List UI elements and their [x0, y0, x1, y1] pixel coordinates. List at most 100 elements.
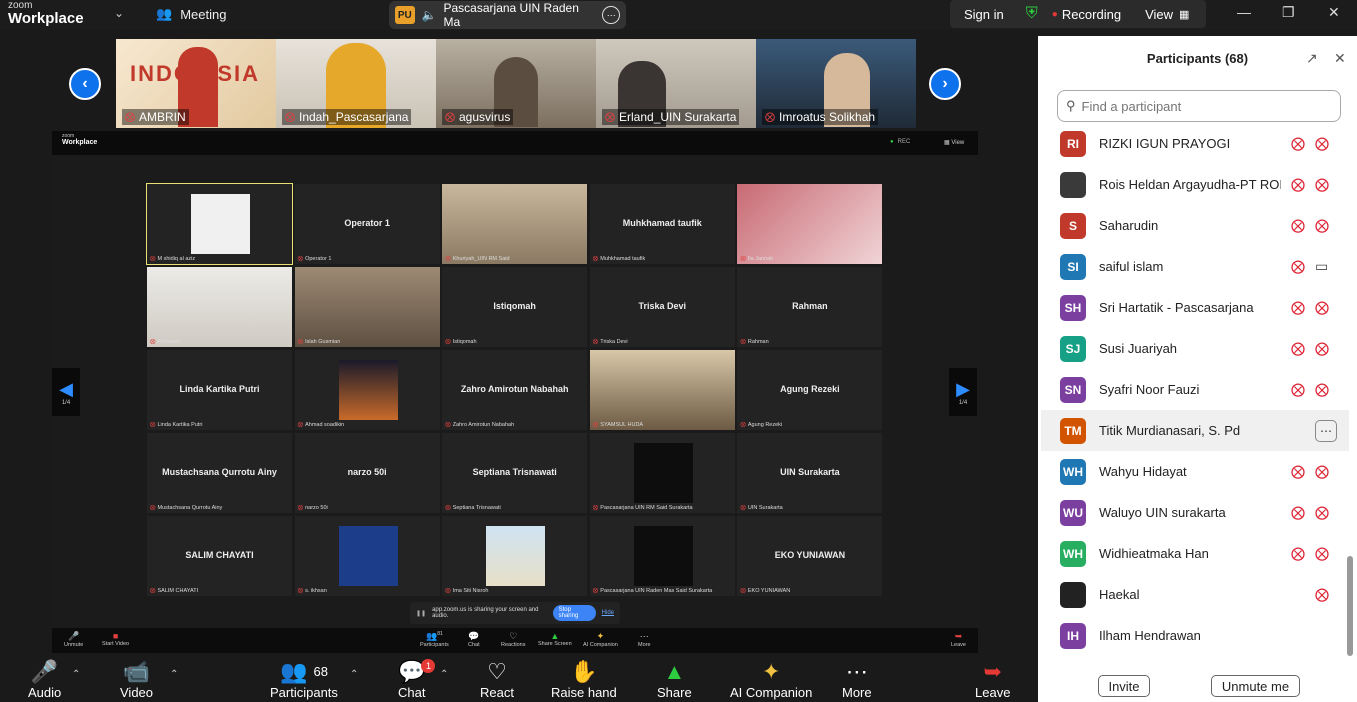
more-button[interactable]: ⋯ More	[842, 659, 872, 700]
shield-check-icon[interactable]: ⛨	[1026, 5, 1038, 23]
invite-button[interactable]: Invite	[1098, 675, 1150, 697]
mic-off-icon: ⨂	[592, 339, 599, 345]
participant-row[interactable]: SH Sri Hartatik - Pascasarjana ⨂ ⨂	[1041, 287, 1349, 328]
gallery-tile: Linda Kartika Putri ⨂ Linda Kartika Putri	[146, 349, 293, 431]
participant-name: Rois Heldan Argayudha-PT ROI...	[1099, 177, 1281, 192]
mic-off-icon: ⨂	[740, 588, 746, 594]
participant-row[interactable]: TM Titik Murdianasari, S. Pd ⋯	[1041, 410, 1349, 451]
stop-sharing-button[interactable]: Stop sharing	[552, 605, 596, 621]
video-thumbnail[interactable]: ⨂ agusvirus	[436, 39, 596, 128]
participant-row[interactable]: Haekal ⨂	[1041, 574, 1349, 615]
participant-row[interactable]: RI RIZKI IGUN PRAYOGI ⨂ ⨂	[1041, 123, 1349, 164]
mic-off-icon: ⨂	[592, 422, 599, 428]
participant-row[interactable]: SI saiful islam ⨂ ▭	[1041, 246, 1349, 287]
video-thumbnail[interactable]: ⨂ Erland_UIN Surakarta	[596, 39, 756, 128]
participant-search[interactable]: ⚲	[1057, 90, 1341, 122]
share-button[interactable]: ▲ Share	[657, 659, 692, 700]
video-thumbnail[interactable]: ⨂ Imroatus Solikhah	[756, 39, 916, 128]
participant-row[interactable]: IH Ilham Hendrawan	[1041, 615, 1349, 656]
minimize-icon[interactable]: —	[1237, 4, 1251, 20]
scrollbar-thumb[interactable]	[1347, 556, 1353, 656]
participant-row[interactable]: WH Wahyu Hidayat ⨂ ⨂	[1041, 451, 1349, 492]
participant-row[interactable]: S Saharudin ⨂ ⨂	[1041, 205, 1349, 246]
raise-hand-label: Raise hand	[551, 685, 617, 700]
prev-page-button[interactable]: ◀ 1/4	[52, 368, 80, 416]
tile-name-tag: ⨂ Linda Kartika Putri	[150, 422, 202, 428]
tile-video	[589, 350, 735, 430]
avatar: IH	[1060, 622, 1086, 649]
tile-display-name: EKO YUNIAWAN	[774, 550, 846, 560]
chevron-down-icon[interactable]: ⌄	[114, 6, 124, 20]
leave-icon: ➥	[983, 659, 1002, 684]
chevron-up-icon[interactable]: ⌃	[350, 669, 358, 680]
tile-display-name: Zahro Amirotun Nabahah	[460, 384, 569, 394]
ai-companion-button[interactable]: ✦ AI Companion	[730, 659, 812, 700]
participant-name-tag: ⨂ Erland_UIN Surakarta	[602, 109, 740, 125]
raise-hand-button[interactable]: ✋ Raise hand	[551, 659, 617, 700]
sign-in-button[interactable]: Sign in	[964, 7, 1004, 22]
mini-label: Participants	[420, 642, 449, 648]
mic-off-icon: ⨂	[150, 505, 156, 511]
pop-out-icon[interactable]: ↗	[1306, 50, 1318, 67]
video-label: Video	[120, 685, 154, 700]
chevron-up-icon[interactable]: ⌃	[170, 669, 178, 680]
chevron-up-icon[interactable]: ⌃	[440, 669, 448, 680]
chevron-right-icon[interactable]: ›	[929, 68, 961, 100]
avatar: RI	[1060, 130, 1086, 157]
more-icon[interactable]: ⋯	[602, 6, 621, 24]
close-icon[interactable]: ✕	[1334, 50, 1346, 67]
avatar: SJ	[1060, 335, 1086, 362]
participant-row[interactable]: WU Waluyo UIN surakarta ⨂ ⨂	[1041, 492, 1349, 533]
tile-display-name: narzo 50i	[347, 467, 387, 477]
gallery-tile: Mustachsana Qurrotu Ainy ⨂ Mustachsana Qur…	[146, 432, 293, 514]
tile-name-tag: ⨂ Ila Jannah	[740, 256, 773, 262]
gallery-tile: ⨂ SYAMSUL HUDA	[588, 349, 736, 431]
mini-unmute: 🎤 Unmute	[64, 631, 83, 648]
mic-off-icon: ⨂	[592, 505, 599, 511]
tile-label: Ima Siti Nisroh	[452, 588, 489, 594]
avatar: WU	[1060, 499, 1086, 526]
page-indicator: 1/4	[61, 399, 71, 406]
chat-button[interactable]: 💬 1 Chat	[398, 659, 436, 700]
maximize-icon[interactable]: ❐	[1282, 4, 1295, 21]
participant-row[interactable]: WH Widhieatmaka Han ⨂ ⨂	[1041, 533, 1349, 574]
search-input[interactable]	[1081, 98, 1322, 114]
avatar	[1060, 171, 1086, 198]
view-button[interactable]: View	[1145, 7, 1173, 22]
participant-row[interactable]: SN Syafri Noor Fauzi ⨂ ⨂	[1041, 369, 1349, 410]
scrollbar[interactable]	[1347, 126, 1353, 656]
recording-label[interactable]: Recording	[1062, 7, 1121, 22]
video-off-icon: ⨂	[1315, 299, 1329, 315]
sharing-indicator[interactable]: PU 🔈 Pascasarjana UIN Raden Ma ⋯	[389, 1, 626, 29]
video-button[interactable]: 📹 Video	[120, 659, 153, 700]
tile-label: EKO YUNIAWAN	[747, 588, 791, 594]
audio-button[interactable]: 🎤 Audio	[28, 659, 61, 700]
video-thumbnail[interactable]: INDO SIA ⨂ AMBRIN	[116, 39, 276, 128]
leave-button[interactable]: ➥ Leave	[975, 659, 1010, 700]
avatar: WH	[1060, 458, 1086, 485]
video-off-icon: ⨂	[1315, 381, 1329, 397]
meeting-menu[interactable]: 👥 Meeting	[156, 6, 226, 22]
video-thumbnail[interactable]: ⨂ Indah_Pascasarjana	[276, 39, 436, 128]
react-button[interactable]: ♡ React	[480, 659, 514, 700]
shared-view: ▦ View	[944, 140, 965, 146]
tile-video	[737, 184, 883, 264]
ai-companion-label: AI Companion	[730, 685, 813, 700]
tile-label: Islah Gusmian	[305, 339, 341, 345]
unmute-me-button[interactable]: Unmute me	[1211, 675, 1300, 697]
tile-name-tag: ⨂ Mustachsana Qurrotu Ainy	[150, 505, 222, 511]
hide-link[interactable]: Hide	[602, 610, 614, 616]
chat-label: Chat	[398, 685, 426, 700]
participant-row[interactable]: Rois Heldan Argayudha-PT ROI... ⨂ ⨂	[1041, 164, 1349, 205]
participant-row[interactable]: SJ Susi Juariyah ⨂ ⨂	[1041, 328, 1349, 369]
next-page-button[interactable]: ▶ 1/4	[949, 368, 977, 416]
gallery-tile: ⨂ Khuriyah_UIN RM Said	[441, 183, 589, 265]
close-icon[interactable]: ✕	[1328, 4, 1340, 21]
gallery-tile: ⨂ Pascasarjana UIN Raden Mas Said Surakar…	[588, 515, 736, 597]
sharer-title: Pascasarjana UIN Raden Ma	[443, 1, 579, 29]
chevron-up-icon[interactable]: ⌃	[72, 669, 80, 680]
chevron-left-icon[interactable]: ‹	[69, 68, 101, 100]
more-options-button[interactable]: ⋯	[1315, 419, 1337, 442]
participants-button[interactable]: 👥 68 Participants	[270, 659, 338, 700]
tile-display-name: Istiqomah	[493, 301, 536, 311]
